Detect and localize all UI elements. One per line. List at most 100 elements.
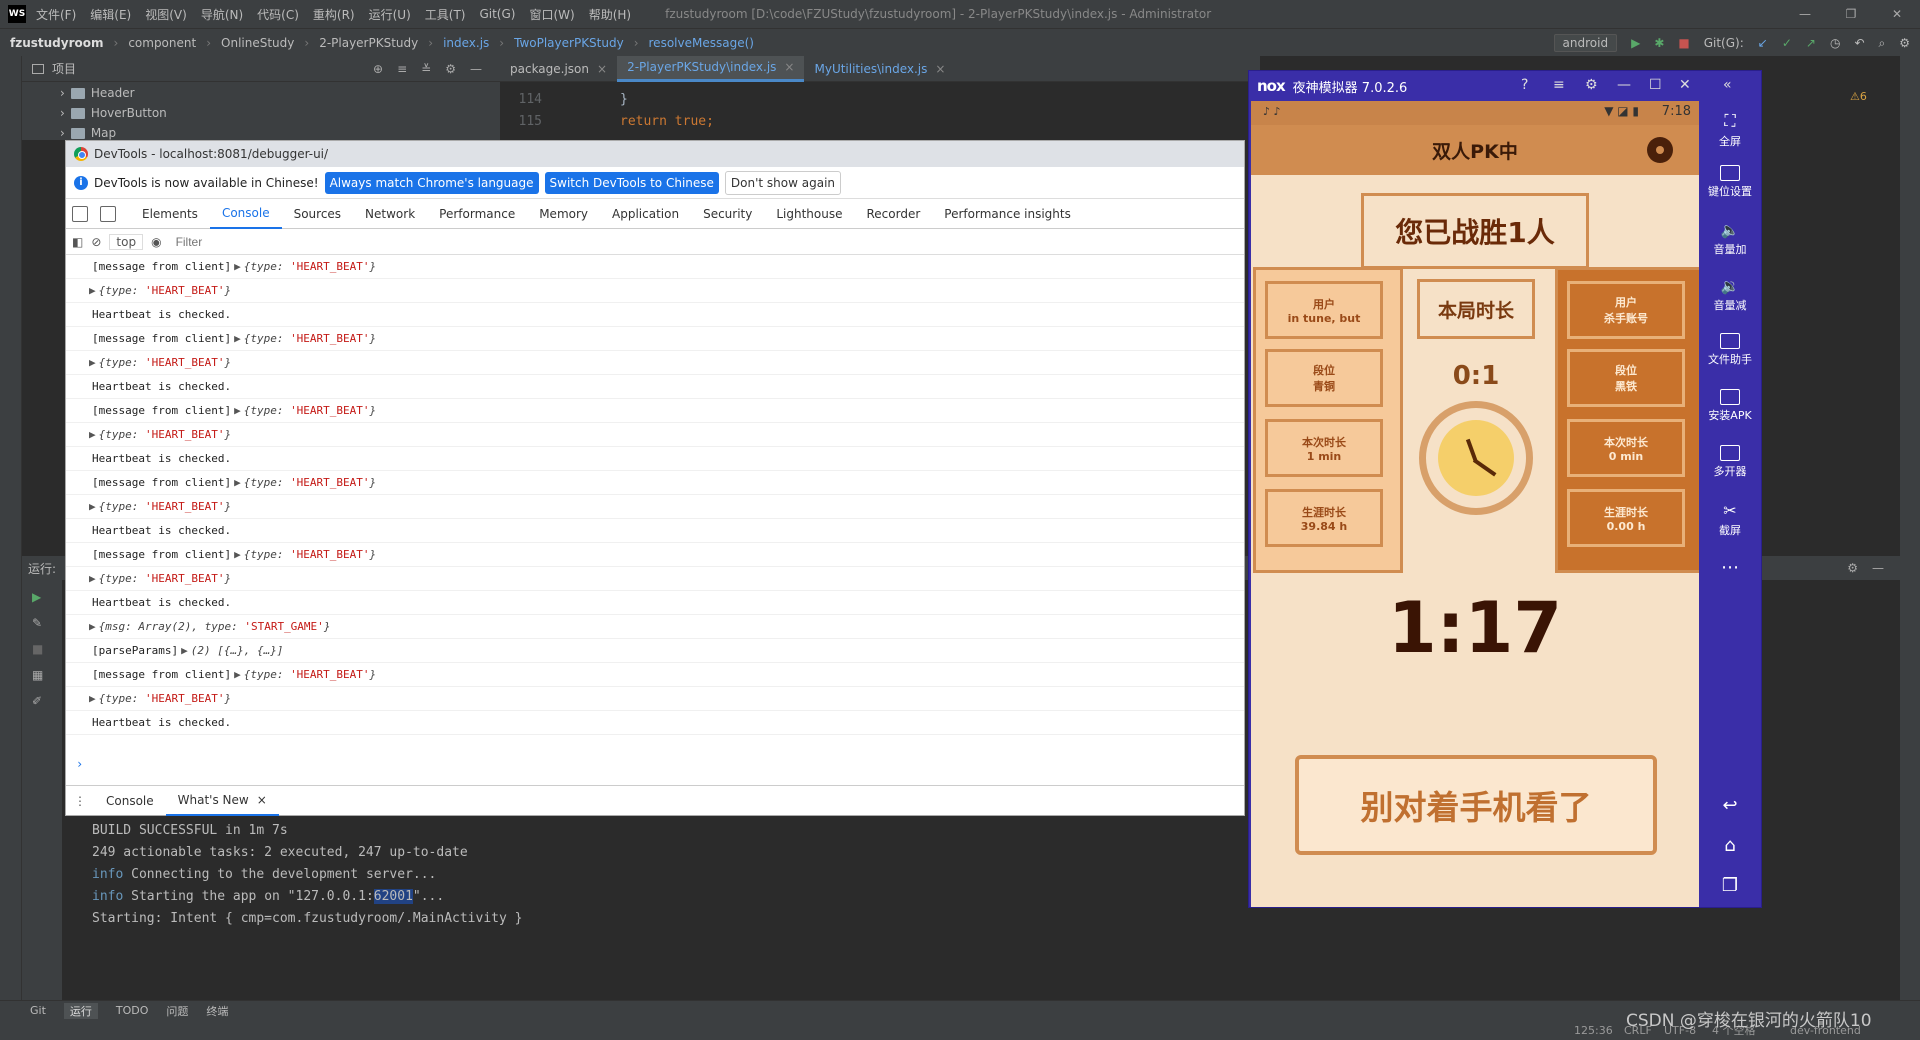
run-hide-icon[interactable]: — (1872, 561, 1884, 575)
tab-elements[interactable]: Elements (130, 199, 210, 229)
tab-package-json[interactable]: package.json × (500, 56, 617, 82)
menu-edit[interactable]: 编辑(E) (90, 6, 131, 23)
volume-up-button[interactable]: 🔈 音量加 (1699, 221, 1761, 257)
settings-icon[interactable]: ⚙ (1899, 36, 1910, 50)
close-tab-icon[interactable]: × (935, 62, 945, 76)
expand-all-icon[interactable]: ≡ (397, 62, 407, 76)
layout-icon[interactable]: ▦ (32, 668, 62, 682)
cursor-position[interactable]: 125:36 (1574, 1024, 1613, 1037)
tab-console[interactable]: Console (209, 199, 282, 229)
breadcrumb-project[interactable]: fzustudyroom (10, 36, 104, 50)
expand-triangle-icon[interactable]: ▶ (181, 644, 188, 657)
tool-tab-run[interactable]: 运行 (63, 1002, 98, 1019)
expand-triangle-icon[interactable]: ▶ (89, 500, 96, 513)
menu-icon[interactable]: ≡ (1553, 77, 1565, 93)
restore-icon[interactable]: ❐ (1828, 0, 1874, 28)
breadcrumb-file[interactable]: index.js (443, 36, 489, 50)
home-icon[interactable]: ⌂ (1699, 835, 1761, 856)
menu-run[interactable]: 运行(U) (369, 6, 411, 23)
pin-icon[interactable]: ✐ (32, 694, 62, 708)
menu-help[interactable]: 帮助(H) (589, 6, 631, 23)
code-editor[interactable]: 114} 115 return true; (500, 82, 1260, 140)
tree-item-map[interactable]: › Map (60, 126, 116, 140)
match-language-button[interactable]: Always match Chrome's language (324, 171, 539, 194)
more-icon[interactable]: ⋯ (1699, 557, 1761, 578)
breadcrumb-pkstudy[interactable]: 2-PlayerPKStudy (319, 36, 418, 50)
recents-icon[interactable]: ❐ (1699, 875, 1761, 896)
sidebar-toggle-icon[interactable]: ◧ (72, 235, 83, 249)
expand-triangle-icon[interactable]: ▶ (234, 332, 241, 345)
history-icon[interactable]: ◷ (1830, 36, 1840, 50)
expand-triangle-icon[interactable]: ▶ (89, 620, 96, 633)
drawer-menu-icon[interactable]: ⋮ (74, 794, 86, 808)
close-tab-icon[interactable]: × (597, 62, 607, 76)
run-settings-icon[interactable]: ⚙ (1847, 561, 1858, 575)
breadcrumb-onlinestudy[interactable]: OnlineStudy (221, 36, 294, 50)
install-apk-button[interactable]: 安装APK (1699, 389, 1761, 423)
hide-icon[interactable]: — (470, 62, 482, 76)
tab-sources[interactable]: Sources (282, 199, 353, 229)
multi-instance-button[interactable]: 多开器 (1699, 445, 1761, 479)
tab-recorder[interactable]: Recorder (855, 199, 933, 229)
tab-pkstudy-index[interactable]: 2-PlayerPKStudy\index.js × (617, 55, 805, 82)
tab-application[interactable]: Application (600, 199, 691, 229)
rerun-icon[interactable]: ▶ (32, 590, 62, 604)
expand-triangle-icon[interactable]: ▶ (89, 428, 96, 441)
help-icon[interactable]: ? (1521, 77, 1528, 93)
stop-looking-button[interactable]: 别对着手机看了 (1295, 755, 1657, 855)
expand-triangle-icon[interactable]: ▶ (89, 356, 96, 369)
nox-close-icon[interactable]: ✕ (1679, 77, 1691, 93)
nox-maximize-icon[interactable]: ☐ (1649, 77, 1662, 93)
breadcrumb-method[interactable]: resolveMessage() (649, 36, 754, 50)
expand-triangle-icon[interactable]: ▶ (234, 260, 241, 273)
menu-git[interactable]: Git(G) (479, 7, 515, 21)
back-icon[interactable]: ↩ (1699, 795, 1761, 816)
tool-tab-problems[interactable]: 问题 (166, 1003, 188, 1019)
minimize-icon[interactable]: — (1782, 0, 1828, 28)
drawer-tab-console[interactable]: Console (94, 786, 166, 816)
settings-gear-icon[interactable] (1647, 137, 1673, 163)
menu-navigate[interactable]: 导航(N) (201, 6, 243, 23)
fullscreen-button[interactable]: ⛶ 全屏 (1699, 111, 1761, 149)
live-expression-icon[interactable]: ◉ (151, 235, 161, 249)
rollback-icon[interactable]: ↶ (1854, 36, 1864, 50)
expand-triangle-icon[interactable]: ▶ (89, 284, 96, 297)
tree-item-header[interactable]: › Header (60, 86, 135, 100)
collapse-sidebar-icon[interactable]: « (1723, 77, 1732, 93)
tool-tab-todo[interactable]: TODO (116, 1004, 149, 1017)
run-config-select[interactable]: android (1553, 34, 1618, 52)
tab-security[interactable]: Security (691, 199, 764, 229)
collapse-all-icon[interactable]: ≚ (421, 62, 431, 76)
warnings-badge[interactable]: ⚠6 (1850, 90, 1867, 103)
menu-view[interactable]: 视图(V) (145, 6, 187, 23)
file-helper-button[interactable]: 文件助手 (1699, 333, 1761, 367)
breadcrumb-component[interactable]: component (128, 36, 196, 50)
tab-memory[interactable]: Memory (527, 199, 600, 229)
selected-text[interactable]: 62001 (373, 889, 413, 904)
drawer-tab-whats-new[interactable]: What's New × (165, 786, 279, 816)
close-tab-icon[interactable]: × (784, 60, 794, 74)
volume-down-button[interactable]: 🔉 音量减 (1699, 277, 1761, 313)
menu-refactor[interactable]: 重构(R) (313, 6, 355, 23)
expand-triangle-icon[interactable]: ▶ (234, 476, 241, 489)
stop-icon[interactable]: ■ (1678, 36, 1689, 50)
options-icon[interactable]: ⚙ (445, 62, 456, 76)
menu-tools[interactable]: 工具(T) (425, 6, 466, 23)
expand-triangle-icon[interactable]: ▶ (89, 692, 96, 705)
tab-myutilities-index[interactable]: MyUtilities\index.js × (804, 56, 955, 82)
inspect-icon[interactable] (72, 205, 88, 222)
git-update-icon[interactable]: ↙ (1758, 36, 1768, 50)
tab-lighthouse[interactable]: Lighthouse (764, 199, 854, 229)
menu-window[interactable]: 窗口(W) (529, 6, 574, 23)
menu-file[interactable]: 文件(F) (36, 6, 76, 23)
expand-triangle-icon[interactable]: ▶ (89, 572, 96, 585)
git-commit-icon[interactable]: ✓ (1782, 36, 1792, 50)
menu-code[interactable]: 代码(C) (257, 6, 299, 23)
stop-run-icon[interactable]: ■ (32, 642, 62, 656)
wrench-icon[interactable]: ✎ (32, 616, 62, 630)
context-select[interactable]: top (109, 233, 144, 250)
tool-tab-terminal[interactable]: 终端 (206, 1003, 228, 1019)
project-label[interactable]: 项目 (52, 60, 76, 77)
git-push-icon[interactable]: ↗ (1806, 36, 1816, 50)
locate-icon[interactable]: ⊕ (373, 62, 383, 76)
